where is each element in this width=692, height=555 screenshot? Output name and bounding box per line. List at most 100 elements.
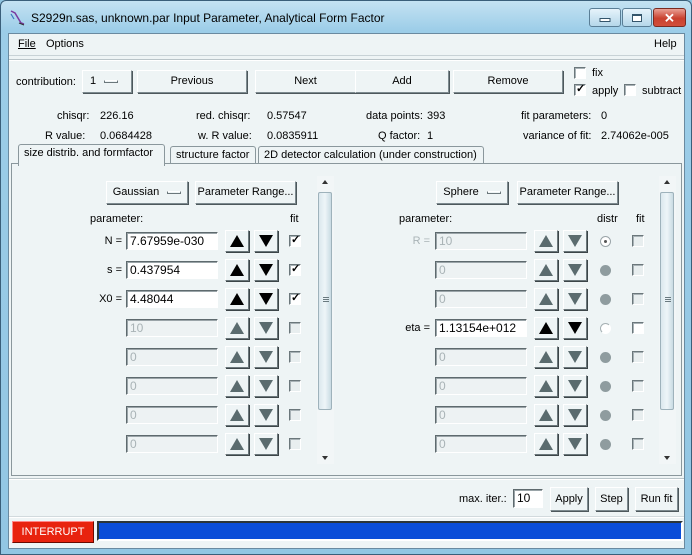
parameter-value-input[interactable]: 0: [435, 348, 527, 366]
fit-checkbox[interactable]: ✓: [289, 292, 301, 305]
decrement-button[interactable]: [254, 317, 278, 339]
close-button[interactable]: ✕: [653, 8, 686, 27]
increment-button[interactable]: [225, 317, 249, 339]
parameter-value-input[interactable]: 0: [435, 406, 527, 424]
step-button[interactable]: Step: [595, 487, 628, 511]
parameter-value-input[interactable]: 0: [126, 406, 218, 424]
fit-checkbox[interactable]: [632, 293, 644, 305]
increment-button[interactable]: [225, 288, 249, 310]
scroll-down-icon[interactable]: [322, 456, 328, 460]
fit-checkbox[interactable]: [632, 438, 644, 450]
menu-help[interactable]: Help: [654, 38, 677, 50]
fit-checkbox[interactable]: [632, 351, 644, 363]
fit-checkbox[interactable]: [289, 322, 301, 334]
parameter-value-input[interactable]: 0: [126, 348, 218, 366]
decrement-button[interactable]: [563, 404, 587, 426]
remove-button[interactable]: Remove: [453, 70, 563, 93]
fit-checkbox[interactable]: [289, 380, 301, 392]
parameter-value-input[interactable]: 10: [126, 319, 218, 337]
left-scrollbar-thumb[interactable]: [318, 192, 332, 410]
decrement-button[interactable]: [563, 346, 587, 368]
decrement-button[interactable]: [563, 230, 587, 252]
distr-radio[interactable]: [600, 352, 611, 363]
next-button[interactable]: Next: [255, 70, 356, 93]
decrement-button[interactable]: [563, 375, 587, 397]
distr-radio[interactable]: [600, 410, 611, 421]
subtract-checkbox[interactable]: [624, 84, 636, 96]
right-scrollbar[interactable]: [659, 176, 676, 464]
decrement-button[interactable]: [254, 346, 278, 368]
fit-checkbox[interactable]: ✓: [289, 263, 301, 276]
distr-radio[interactable]: [600, 265, 611, 276]
parameter-value-input[interactable]: 1.13154e+012: [435, 319, 527, 337]
right-scrollbar-thumb[interactable]: [660, 192, 674, 410]
maximize-button[interactable]: [622, 8, 652, 27]
parameter-value-input[interactable]: 10: [435, 232, 527, 250]
decrement-button[interactable]: [563, 433, 587, 455]
apply-checkbox[interactable]: ✓: [574, 83, 586, 96]
menu-options[interactable]: Options: [46, 38, 84, 50]
fit-checkbox[interactable]: ✓: [289, 234, 301, 247]
distr-radio[interactable]: [600, 323, 611, 334]
tab-size-distrib[interactable]: size distrib. and formfactor: [18, 144, 165, 166]
increment-button[interactable]: [534, 230, 558, 252]
increment-button[interactable]: [225, 346, 249, 368]
decrement-button[interactable]: [254, 288, 278, 310]
fit-checkbox[interactable]: [632, 264, 644, 276]
increment-button[interactable]: [534, 259, 558, 281]
fit-checkbox[interactable]: [632, 235, 644, 247]
increment-button[interactable]: [534, 375, 558, 397]
fit-checkbox[interactable]: [632, 322, 644, 334]
increment-button[interactable]: [225, 230, 249, 252]
distr-radio[interactable]: [600, 294, 611, 305]
decrement-button[interactable]: [254, 375, 278, 397]
parameter-value-input[interactable]: 0: [126, 377, 218, 395]
decrement-button[interactable]: [254, 230, 278, 252]
minimize-button[interactable]: [589, 8, 621, 27]
distribution-dropdown[interactable]: Gaussian: [106, 181, 188, 204]
fit-checkbox[interactable]: [632, 409, 644, 421]
left-scrollbar[interactable]: [317, 176, 334, 464]
fit-checkbox[interactable]: [289, 351, 301, 363]
previous-button[interactable]: Previous: [137, 70, 247, 93]
distr-radio[interactable]: [600, 381, 611, 392]
decrement-button[interactable]: [254, 433, 278, 455]
increment-button[interactable]: [225, 259, 249, 281]
increment-button[interactable]: [225, 433, 249, 455]
scroll-down-icon[interactable]: [664, 456, 670, 460]
increment-button[interactable]: [534, 288, 558, 310]
interrupt-button[interactable]: INTERRUPT: [12, 521, 94, 543]
distr-radio[interactable]: [600, 439, 611, 450]
decrement-button[interactable]: [563, 288, 587, 310]
parameter-value-input[interactable]: 0.437954: [126, 261, 218, 279]
left-parameter-range-button[interactable]: Parameter Range...: [195, 181, 296, 204]
increment-button[interactable]: [225, 404, 249, 426]
decrement-button[interactable]: [254, 404, 278, 426]
parameter-value-input[interactable]: 0: [435, 290, 527, 308]
parameter-value-input[interactable]: 4.48044: [126, 290, 218, 308]
apply-button[interactable]: Apply: [550, 487, 588, 511]
increment-button[interactable]: [534, 433, 558, 455]
distr-radio[interactable]: [600, 236, 611, 247]
decrement-button[interactable]: [254, 259, 278, 281]
increment-button[interactable]: [534, 404, 558, 426]
parameter-value-input[interactable]: 7.67959e-030: [126, 232, 218, 250]
increment-button[interactable]: [225, 375, 249, 397]
add-button[interactable]: Add: [355, 70, 449, 93]
decrement-button[interactable]: [563, 317, 587, 339]
fit-checkbox[interactable]: [289, 438, 301, 450]
parameter-value-input[interactable]: 0: [435, 377, 527, 395]
formfactor-dropdown[interactable]: Sphere: [436, 181, 508, 204]
parameter-value-input[interactable]: 0: [435, 261, 527, 279]
scroll-up-icon[interactable]: [322, 180, 328, 184]
fit-checkbox[interactable]: [632, 380, 644, 392]
scroll-up-icon[interactable]: [664, 180, 670, 184]
contribution-dropdown[interactable]: 1: [82, 70, 132, 93]
menu-file[interactable]: File: [18, 38, 36, 50]
increment-button[interactable]: [534, 346, 558, 368]
fit-checkbox[interactable]: [289, 409, 301, 421]
max-iter-input[interactable]: 10: [513, 489, 543, 508]
increment-button[interactable]: [534, 317, 558, 339]
right-parameter-range-button[interactable]: Parameter Range...: [517, 181, 618, 204]
title-bar[interactable]: S2929n.sas, unknown.par Input Parameter,…: [1, 1, 691, 33]
